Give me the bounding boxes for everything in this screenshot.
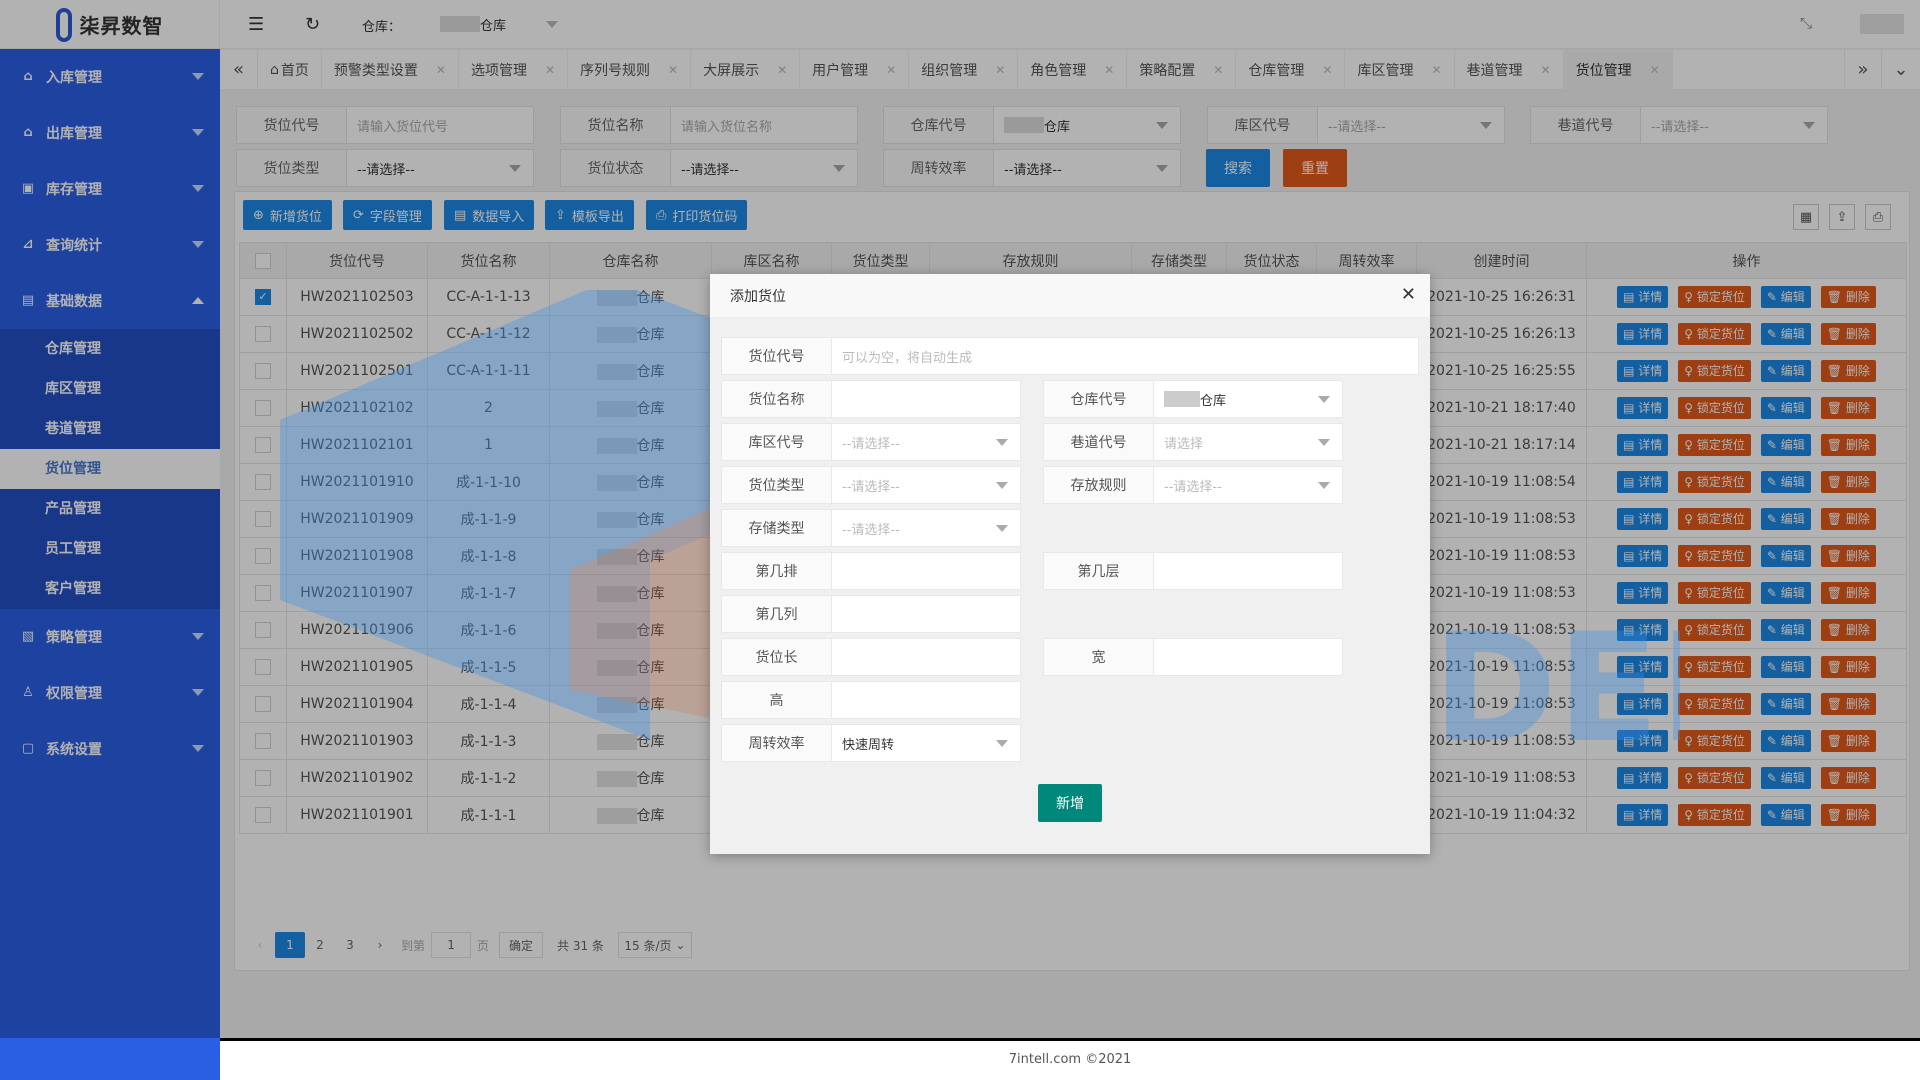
field-col-input[interactable]	[832, 596, 1020, 632]
field-height-label: 高	[722, 682, 832, 718]
field-warehouse-label: 仓库代号	[1044, 381, 1154, 417]
field-zone-label: 库区代号	[722, 424, 832, 460]
footer: 7intell.com ©2021	[220, 1038, 1920, 1080]
field-storage: 存储类型 --请选择--	[721, 509, 1021, 547]
field-turnover: 周转效率 快速周转	[721, 724, 1021, 762]
field-zone-value: --请选择--	[842, 436, 900, 452]
field-zone: 库区代号 --请选择--	[721, 423, 1021, 461]
field-rule: 存放规则 --请选择--	[1043, 466, 1343, 504]
add-location-dialog: 添加货位 ✕ 货位代号 可以为空，将自动生成 货位名称 仓库代号 仓库 库区代号 --…	[710, 274, 1430, 854]
field-zone-select[interactable]: --请选择--	[832, 424, 1020, 460]
field-row: 第几排	[721, 552, 1021, 590]
field-code-label: 货位代号	[722, 338, 832, 374]
field-lane-value: 请选择	[1164, 436, 1204, 452]
field-rule-select[interactable]: --请选择--	[1154, 467, 1342, 503]
field-length-label: 货位长	[722, 639, 832, 675]
field-rule-value: --请选择--	[1164, 479, 1222, 495]
field-height-input[interactable]	[832, 682, 1020, 718]
field-name-label: 货位名称	[722, 381, 832, 417]
field-type-label: 货位类型	[722, 467, 832, 503]
field-row-label: 第几排	[722, 553, 832, 589]
field-code: 货位代号 可以为空，将自动生成	[721, 337, 1419, 375]
field-storage-label: 存储类型	[722, 510, 832, 546]
field-width: 宽	[1043, 638, 1343, 676]
field-turnover-label: 周转效率	[722, 725, 832, 761]
chevron-down-icon	[996, 740, 1008, 747]
field-width-input[interactable]	[1154, 639, 1342, 675]
blurred-text	[1164, 391, 1200, 407]
field-turnover-select[interactable]: 快速周转	[832, 725, 1020, 761]
field-col: 第几列	[721, 595, 1021, 633]
field-col-label: 第几列	[722, 596, 832, 632]
submit-add-button[interactable]: 新增	[1038, 784, 1102, 822]
field-rule-label: 存放规则	[1044, 467, 1154, 503]
chevron-down-icon	[996, 439, 1008, 446]
chevron-down-icon	[1318, 396, 1330, 403]
field-lane-select[interactable]: 请选择	[1154, 424, 1342, 460]
field-layer: 第几层	[1043, 552, 1343, 590]
chevron-down-icon	[996, 482, 1008, 489]
field-lane: 巷道代号 请选择	[1043, 423, 1343, 461]
dialog-header: 添加货位 ✕	[710, 274, 1430, 318]
field-height: 高	[721, 681, 1021, 719]
field-type-value: --请选择--	[842, 479, 900, 495]
field-name-input[interactable]	[832, 381, 1020, 417]
field-width-label: 宽	[1044, 639, 1154, 675]
field-length: 货位长	[721, 638, 1021, 676]
field-warehouse-value: 仓库	[1200, 393, 1227, 409]
chevron-down-icon	[1318, 439, 1330, 446]
field-storage-value: --请选择--	[842, 522, 900, 538]
field-warehouse-select[interactable]: 仓库	[1154, 381, 1342, 417]
field-storage-select[interactable]: --请选择--	[832, 510, 1020, 546]
field-layer-input[interactable]	[1154, 553, 1342, 589]
field-turnover-value: 快速周转	[842, 737, 895, 753]
field-row-input[interactable]	[832, 553, 1020, 589]
close-icon[interactable]: ✕	[1401, 284, 1416, 305]
field-warehouse: 仓库代号 仓库	[1043, 380, 1343, 418]
field-lane-label: 巷道代号	[1044, 424, 1154, 460]
field-code-input[interactable]: 可以为空，将自动生成	[832, 338, 1418, 374]
field-layer-label: 第几层	[1044, 553, 1154, 589]
field-type-select[interactable]: --请选择--	[832, 467, 1020, 503]
chevron-down-icon	[996, 525, 1008, 532]
chevron-down-icon	[1318, 482, 1330, 489]
field-length-input[interactable]	[832, 639, 1020, 675]
dialog-title: 添加货位	[730, 288, 786, 305]
field-type: 货位类型 --请选择--	[721, 466, 1021, 504]
field-name: 货位名称	[721, 380, 1021, 418]
